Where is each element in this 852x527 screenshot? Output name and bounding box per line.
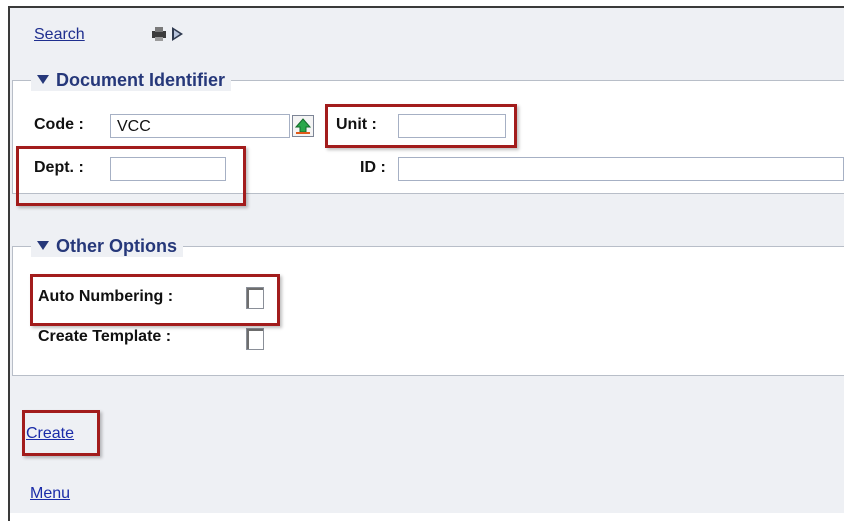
id-label: ID : bbox=[360, 159, 386, 176]
document-identifier-title: Document Identifier bbox=[56, 70, 226, 90]
code-input[interactable]: VCC bbox=[110, 114, 290, 138]
green-up-arrow-icon bbox=[294, 118, 312, 134]
create-template-label: Create Template : bbox=[38, 328, 172, 345]
other-options-group: Other Options bbox=[12, 236, 844, 376]
unit-label: Unit : bbox=[336, 116, 377, 133]
collapse-triangle-icon bbox=[37, 241, 49, 250]
create-template-checkbox[interactable] bbox=[246, 328, 264, 350]
id-input[interactable] bbox=[398, 157, 844, 181]
unit-input[interactable] bbox=[398, 114, 506, 138]
form-panel: Search Document Identifier Code : VCC Un… bbox=[8, 6, 844, 521]
code-lookup-button[interactable] bbox=[292, 115, 314, 137]
other-options-legend[interactable]: Other Options bbox=[31, 236, 183, 257]
auto-numbering-label: Auto Numbering : bbox=[38, 288, 174, 305]
print-export-icon[interactable] bbox=[150, 25, 190, 43]
menu-link[interactable]: Menu bbox=[30, 485, 70, 503]
dept-input[interactable] bbox=[110, 157, 226, 181]
document-identifier-legend[interactable]: Document Identifier bbox=[31, 70, 232, 91]
collapse-triangle-icon bbox=[37, 75, 49, 84]
other-options-title: Other Options bbox=[56, 236, 177, 256]
auto-numbering-checkbox[interactable] bbox=[246, 287, 264, 309]
dept-label: Dept. : bbox=[34, 159, 84, 176]
search-link[interactable]: Search bbox=[34, 26, 85, 44]
code-label: Code : bbox=[34, 116, 84, 133]
create-link[interactable]: Create bbox=[26, 425, 74, 443]
